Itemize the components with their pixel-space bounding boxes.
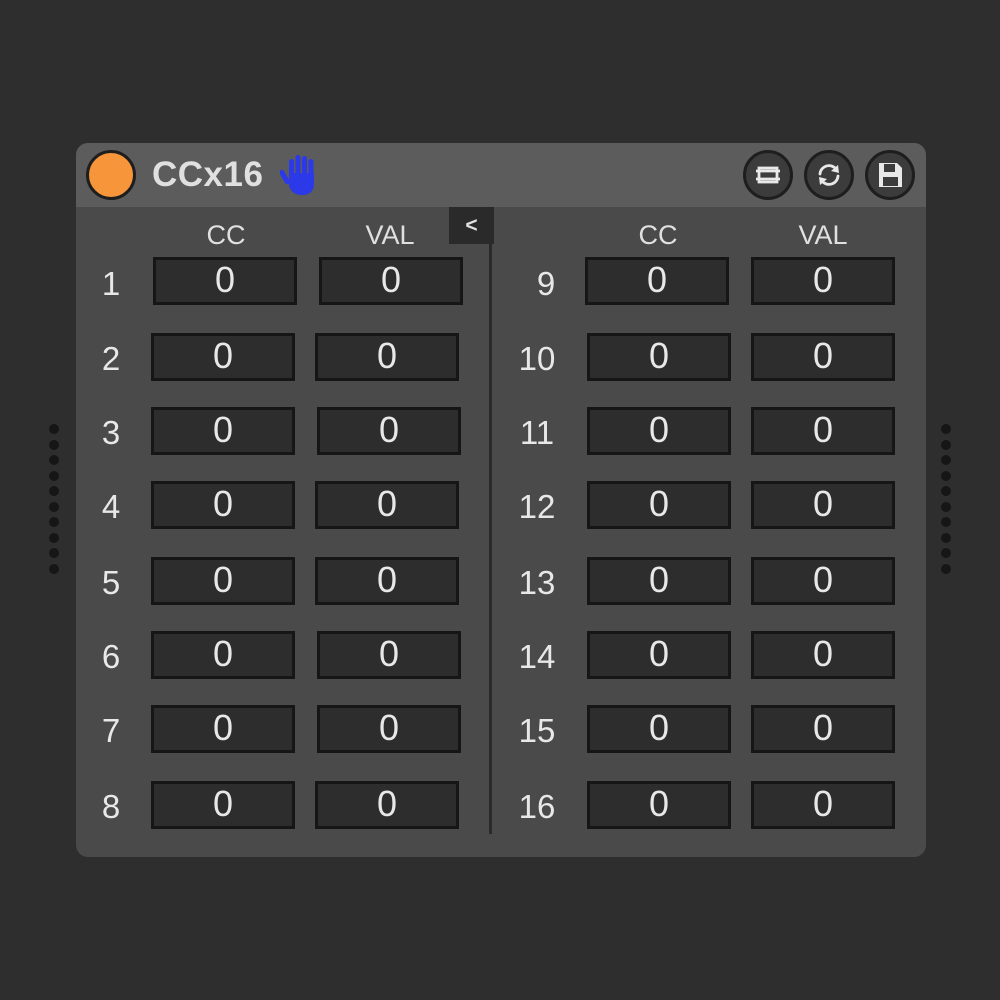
row-number: 6 — [101, 638, 121, 675]
cc-number-box[interactable]: 0 — [585, 257, 729, 305]
cc-number-box[interactable]: 0 — [151, 631, 295, 679]
val-number-box[interactable]: 0 — [317, 631, 461, 679]
val-number-box[interactable]: 0 — [317, 407, 461, 455]
val-number-box[interactable]: 0 — [751, 705, 895, 753]
column-divider — [489, 244, 492, 834]
val-number-box[interactable]: 0 — [315, 781, 459, 829]
cc-number-box[interactable]: 0 — [151, 705, 295, 753]
cc-number-box[interactable]: 0 — [151, 333, 295, 381]
cc-number-box[interactable]: 0 — [151, 557, 295, 605]
cc-number-box[interactable]: 0 — [587, 407, 731, 455]
refresh-icon — [818, 164, 840, 186]
val-number-box[interactable]: 0 — [317, 705, 461, 753]
row-number: 13 — [518, 564, 556, 601]
cc-number-box[interactable]: 0 — [587, 557, 731, 605]
val-number-box[interactable]: 0 — [315, 481, 459, 529]
hand-icon — [280, 155, 314, 195]
cc-header-right: CC — [638, 220, 678, 250]
cc-number-box[interactable]: 0 — [151, 781, 295, 829]
val-number-box[interactable]: 0 — [319, 257, 463, 305]
cc-number-box[interactable]: 0 — [587, 631, 731, 679]
left-resize-grip[interactable] — [48, 424, 60, 574]
val-number-box[interactable]: 0 — [751, 781, 895, 829]
val-header-left: VAL — [365, 220, 415, 250]
cc-number-box[interactable]: 0 — [151, 481, 295, 529]
row-number: 3 — [101, 414, 121, 451]
val-number-box[interactable]: 0 — [751, 257, 895, 305]
row-number: 14 — [518, 638, 556, 675]
row-number: 12 — [518, 488, 556, 525]
row-number: 5 — [101, 564, 121, 601]
refresh-button[interactable] — [804, 150, 854, 200]
save-icon — [879, 163, 902, 187]
row-number: 8 — [101, 788, 121, 825]
cc-header-left: CC — [206, 220, 246, 250]
val-number-box[interactable]: 0 — [751, 481, 895, 529]
cc-number-box[interactable]: 0 — [587, 781, 731, 829]
row-number: 7 — [101, 712, 121, 749]
cc-number-box[interactable]: 0 — [587, 333, 731, 381]
row-number: 9 — [536, 265, 556, 302]
val-number-box[interactable]: 0 — [315, 557, 459, 605]
right-resize-grip[interactable] — [940, 424, 952, 574]
ccx16-device: CCx16 < CC VAL CC VAL 1 0 0 2 0 0 3 0 0 … — [76, 143, 926, 857]
row-number: 11 — [519, 414, 555, 451]
cc-number-box[interactable]: 0 — [153, 257, 297, 305]
row-number: 2 — [101, 340, 121, 377]
row-number: 10 — [518, 340, 556, 377]
device-power-button[interactable] — [86, 150, 136, 200]
val-number-box[interactable]: 0 — [751, 631, 895, 679]
save-button[interactable] — [865, 150, 915, 200]
map-icon — [756, 166, 780, 184]
device-title-bar: CCx16 — [76, 143, 926, 207]
map-button[interactable] — [743, 150, 793, 200]
row-number: 4 — [101, 488, 121, 525]
val-header-right: VAL — [798, 220, 848, 250]
row-number: 1 — [101, 265, 121, 302]
row-number: 15 — [518, 712, 556, 749]
cc-number-box[interactable]: 0 — [151, 407, 295, 455]
device-title: CCx16 — [152, 155, 264, 194]
cc-number-box[interactable]: 0 — [587, 481, 731, 529]
val-number-box[interactable]: 0 — [751, 333, 895, 381]
val-number-box[interactable]: 0 — [751, 407, 895, 455]
row-number: 16 — [518, 788, 556, 825]
cc-number-box[interactable]: 0 — [587, 705, 731, 753]
val-number-box[interactable]: 0 — [751, 557, 895, 605]
val-number-box[interactable]: 0 — [315, 333, 459, 381]
